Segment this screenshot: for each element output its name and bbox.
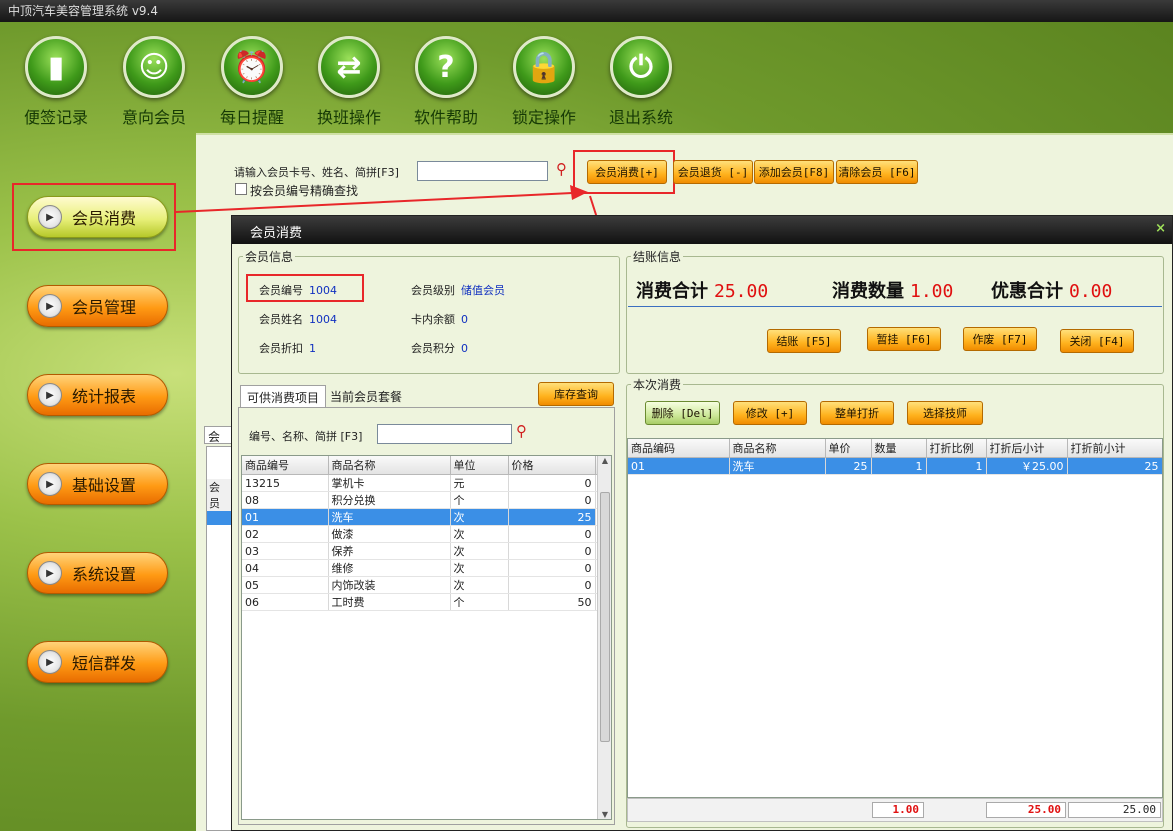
total-amount: 消费合计 25.00 (636, 281, 769, 302)
void-button[interactable]: 作废 [F7] (963, 327, 1037, 351)
table-row[interactable]: 08 积分兑换个 0 (242, 491, 611, 509)
current-items-table[interactable]: 商品编码 商品名称 单价 数量 打折比例 打折后小计 打折前小计 01 洗车 25… (627, 438, 1163, 798)
search-icon[interactable]: ⚲ (516, 422, 527, 440)
item-search-input[interactable] (377, 424, 512, 444)
background-tab: 会员 (204, 426, 232, 444)
dialog-title-bar: 会员消费 × (232, 216, 1172, 244)
divider (628, 306, 1162, 307)
member-level-value: 储值会员 (461, 284, 505, 297)
column-header: 商品编号 (242, 456, 329, 475)
footer-after-discount-total: 25.00 (986, 802, 1066, 818)
footer-qty-total: 1.00 (872, 802, 924, 818)
member-discount-field: 会员折扣 1 (259, 342, 316, 355)
stock-query-button[interactable]: 库存查询 (538, 382, 614, 406)
close-dialog-button[interactable]: 关闭 [F4] (1060, 329, 1134, 353)
member-points-field: 会员积分 0 (411, 342, 468, 355)
item-search-prompt: 编号、名称、简拼 [F3] (249, 430, 363, 443)
tab-member-packages[interactable]: 当前会员套餐 (324, 385, 408, 407)
column-header: 价格 (508, 456, 596, 475)
delete-item-button[interactable]: 删除 [Del] (645, 401, 720, 425)
column-header: 打折前小计 (1067, 439, 1162, 458)
table-header-row: 商品编号 商品名称 单位 价格 (242, 456, 611, 475)
checkout-info-group: 结账信息 (626, 248, 1164, 374)
total-discount-value: 0.00 (1069, 281, 1113, 302)
table-row[interactable]: 05 内饰改装次 0 (242, 576, 611, 594)
total-quantity-value: 1.00 (910, 281, 954, 302)
table-row-selected[interactable]: 01 洗车 25 1 1 ￥25.00 25 (628, 457, 1162, 475)
column-header: 商品编码 (628, 439, 730, 458)
card-balance-value: 0 (461, 313, 468, 326)
dialog-title: 会员消费 (250, 226, 303, 241)
column-header: 商品名称 (729, 439, 826, 458)
column-header: 打折后小计 (986, 439, 1068, 458)
member-points-value: 0 (461, 342, 468, 355)
table-row[interactable]: 03 保养次 0 (242, 542, 611, 560)
scrollbar-thumb[interactable] (600, 492, 610, 742)
total-quantity: 消费数量 1.00 (832, 281, 954, 302)
background-column: 会员 (207, 479, 231, 511)
card-balance-field: 卡内余额 0 (411, 313, 468, 326)
hold-button[interactable]: 暂挂 [F6] (867, 327, 941, 351)
tab-available-items[interactable]: 可供消费项目 (240, 385, 327, 407)
total-amount-value: 25.00 (714, 281, 769, 302)
table-row-selected[interactable]: 01 洗车次 25 (242, 508, 611, 526)
member-name-value: 1004 (309, 313, 337, 326)
member-discount-value: 1 (309, 342, 316, 355)
background-grid: 会员 (206, 446, 232, 831)
table-row[interactable]: 13215 掌机卡元 0 (242, 474, 611, 492)
member-name-field: 会员姓名 1004 (259, 313, 337, 326)
total-discount: 优惠合计 0.00 (991, 281, 1113, 302)
checkout-button[interactable]: 结账 [F5] (767, 329, 841, 353)
member-level-field: 会员级别 储值会员 (411, 284, 505, 297)
footer-before-discount-total: 25.00 (1068, 802, 1161, 818)
column-header: 单位 (450, 456, 509, 475)
scroll-down-icon[interactable]: ▼ (598, 810, 611, 819)
column-header: 商品名称 (328, 456, 451, 475)
items-table[interactable]: 商品编号 商品名称 单位 价格 13215 掌机卡元 0 08 积分兑换个 0 01 洗车… (241, 455, 612, 820)
column-header: 打折比例 (926, 439, 987, 458)
member-consume-dialog: 会员消费 × 会员信息 会员编号 1004 会员级别 储值会员 会员姓名 1004 卡… (231, 215, 1173, 831)
items-scrollbar[interactable]: ▲ ▼ (597, 456, 611, 819)
member-info-legend: 会员信息 (245, 250, 294, 264)
edit-item-button[interactable]: 修改 [+] (733, 401, 807, 425)
scroll-up-icon[interactable]: ▲ (598, 456, 611, 465)
column-header: 单价 (825, 439, 872, 458)
table-row[interactable]: 02 做漆次 0 (242, 525, 611, 543)
select-technician-button[interactable]: 选择技师 (907, 401, 983, 425)
background-selected-row (207, 511, 231, 525)
column-header: 数量 (871, 439, 927, 458)
current-consumption-legend: 本次消费 (633, 378, 682, 392)
checkout-info-legend: 结账信息 (633, 250, 682, 264)
close-icon[interactable]: × (1155, 221, 1166, 236)
member-id-field: 会员编号 1004 (259, 284, 337, 297)
table-header-row: 商品编码 商品名称 单价 数量 打折比例 打折后小计 打折前小计 (628, 439, 1162, 458)
table-row[interactable]: 04 维修次 0 (242, 559, 611, 577)
member-id-value: 1004 (309, 284, 337, 297)
bulk-discount-button[interactable]: 整单打折 (820, 401, 894, 425)
table-row[interactable]: 06 工时费个 50 (242, 593, 611, 611)
